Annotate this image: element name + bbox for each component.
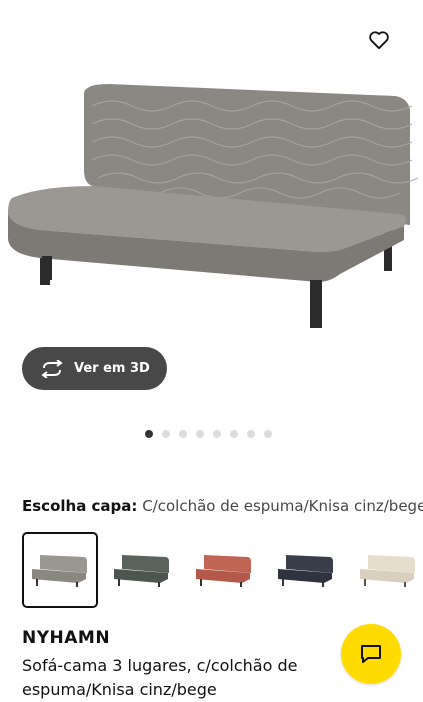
sofa-thumbnail <box>196 555 251 587</box>
cover-swatch-grey-beige[interactable] <box>22 532 98 608</box>
wishlist-button[interactable] <box>363 24 395 56</box>
pagination-dot[interactable] <box>196 430 204 438</box>
gallery-pagination <box>145 430 272 438</box>
pagination-dot[interactable] <box>264 430 272 438</box>
rotate-3d-icon <box>41 359 63 378</box>
pagination-dot[interactable] <box>162 430 170 438</box>
heart-outline-icon <box>369 31 389 50</box>
chat-bubble-icon <box>361 645 381 663</box>
pagination-dot[interactable] <box>179 430 187 438</box>
cover-swatch-dark-blue[interactable] <box>268 532 344 608</box>
cover-label: Escolha capa: <box>22 497 138 515</box>
cover-swatch-red[interactable] <box>186 532 262 608</box>
pagination-dot[interactable] <box>230 430 238 438</box>
view-3d-label: Ver em 3D <box>74 361 150 376</box>
cover-swatch-beige[interactable] <box>350 532 423 608</box>
cover-swatch-dark-green[interactable] <box>104 532 180 608</box>
cover-value: C/colchão de espuma/Knisa cinz/bege <box>142 497 423 515</box>
sofa-thumbnail <box>32 555 87 587</box>
sofa-thumbnail <box>114 555 169 587</box>
view-3d-button[interactable]: Ver em 3D <box>22 347 167 390</box>
chat-button[interactable] <box>341 624 401 684</box>
product-name: NYHAMN <box>22 628 111 648</box>
cover-selection-label: Escolha capa: C/colchão de espuma/Knisa … <box>22 497 423 515</box>
pagination-dot[interactable] <box>247 430 255 438</box>
sofa-thumbnail <box>360 555 415 587</box>
pagination-dot[interactable] <box>213 430 221 438</box>
sofa-thumbnail <box>278 555 333 587</box>
pagination-dot[interactable] <box>145 430 153 438</box>
sofa-image <box>8 84 419 328</box>
product-description: Sofá-cama 3 lugares, c/colchão de espuma… <box>22 656 298 699</box>
cover-swatches <box>22 532 423 608</box>
product-image-gallery[interactable]: Ver em 3D <box>0 0 423 420</box>
